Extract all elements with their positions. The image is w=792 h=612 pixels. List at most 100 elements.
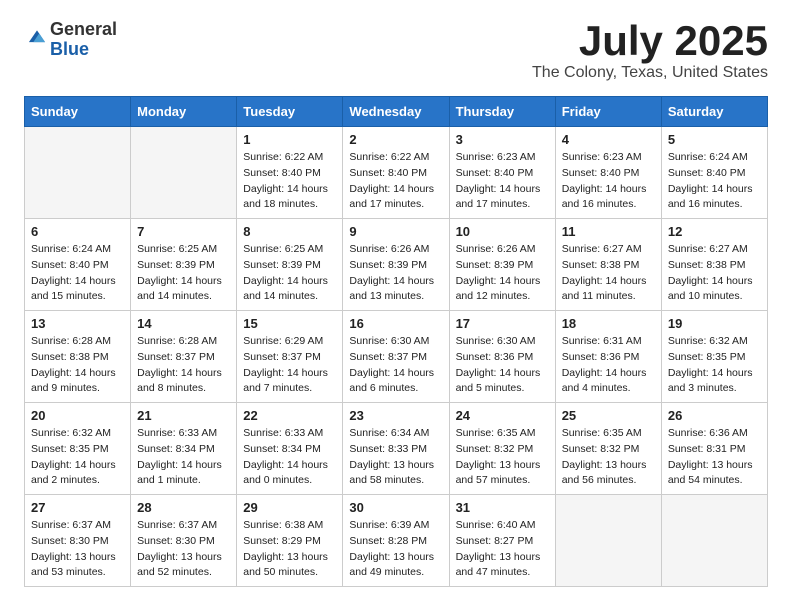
day-detail: Sunrise: 6:22 AMSunset: 8:40 PMDaylight:…	[243, 150, 336, 213]
day-detail: Sunrise: 6:26 AMSunset: 8:39 PMDaylight:…	[349, 242, 442, 305]
table-row: 3Sunrise: 6:23 AMSunset: 8:40 PMDaylight…	[449, 127, 555, 219]
weekday-header: Wednesday	[343, 97, 449, 127]
table-row: 15Sunrise: 6:29 AMSunset: 8:37 PMDayligh…	[237, 311, 343, 403]
day-number: 20	[31, 408, 124, 423]
location: The Colony, Texas, United States	[532, 64, 768, 82]
day-number: 6	[31, 224, 124, 239]
day-number: 25	[562, 408, 655, 423]
table-row: 23 Sunrise: 6:34 AMSunset: 8:33 PMDayligh…	[343, 403, 449, 495]
table-row	[131, 127, 237, 219]
day-number: 31	[456, 500, 549, 515]
table-row: 18 Sunrise: 6:31 AMSunset: 8:36 PMDayligh…	[555, 311, 661, 403]
day-number: 4	[562, 132, 655, 147]
day-number: 16	[349, 316, 442, 331]
weekday-header: Thursday	[449, 97, 555, 127]
table-row: 28Sunrise: 6:37 AMSunset: 8:30 PMDayligh…	[131, 495, 237, 587]
logo-blue-text: Blue	[50, 39, 89, 59]
calendar-week-row: 20 Sunrise: 6:32 AMSunset: 8:35 PMDayligh…	[25, 403, 768, 495]
day-detail: Sunrise: 6:23 AMSunset: 8:40 PMDaylight:…	[456, 150, 549, 213]
logo-general-text: General	[50, 19, 117, 39]
table-row: 17 Sunrise: 6:30 AMSunset: 8:36 PMDayligh…	[449, 311, 555, 403]
table-row: 11 Sunrise: 6:27 AMSunset: 8:38 PMDayligh…	[555, 219, 661, 311]
table-row: 7 Sunrise: 6:25 AMSunset: 8:39 PMDaylight…	[131, 219, 237, 311]
table-row: 12Sunrise: 6:27 AMSunset: 8:38 PMDayligh…	[661, 219, 767, 311]
table-row: 2 Sunrise: 6:22 AMSunset: 8:40 PMDaylight…	[343, 127, 449, 219]
day-number: 14	[137, 316, 230, 331]
page-header: General Blue July 2025 The Colony, Texas…	[24, 20, 768, 82]
table-row: 19 Sunrise: 6:32 AMSunset: 8:35 PMDayligh…	[661, 311, 767, 403]
calendar-table: SundayMondayTuesdayWednesdayThursdayFrid…	[24, 96, 768, 587]
calendar-week-row: 13 Sunrise: 6:28 AMSunset: 8:38 PMDayligh…	[25, 311, 768, 403]
day-number: 24	[456, 408, 549, 423]
table-row: 22 Sunrise: 6:33 AMSunset: 8:34 PMDayligh…	[237, 403, 343, 495]
day-detail: Sunrise: 6:27 AMSunset: 8:38 PMDaylight:…	[668, 242, 761, 305]
day-detail: Sunrise: 6:32 AMSunset: 8:35 PMDaylight:…	[31, 426, 124, 489]
table-row: 8 Sunrise: 6:25 AMSunset: 8:39 PMDaylight…	[237, 219, 343, 311]
table-row	[25, 127, 131, 219]
weekday-header: Friday	[555, 97, 661, 127]
logo: General Blue	[24, 20, 117, 60]
table-row: 1Sunrise: 6:22 AMSunset: 8:40 PMDaylight…	[237, 127, 343, 219]
day-detail: Sunrise: 6:37 AMSunset: 8:30 PMDaylight:…	[31, 518, 124, 581]
weekday-header: Saturday	[661, 97, 767, 127]
table-row: 20 Sunrise: 6:32 AMSunset: 8:35 PMDayligh…	[25, 403, 131, 495]
day-number: 8	[243, 224, 336, 239]
weekday-header: Tuesday	[237, 97, 343, 127]
day-detail: Sunrise: 6:33 AMSunset: 8:34 PMDaylight:…	[137, 426, 230, 489]
day-number: 2	[349, 132, 442, 147]
table-row: 16 Sunrise: 6:30 AMSunset: 8:37 PMDayligh…	[343, 311, 449, 403]
day-number: 13	[31, 316, 124, 331]
table-row: 10 Sunrise: 6:26 AMSunset: 8:39 PMDayligh…	[449, 219, 555, 311]
day-number: 18	[562, 316, 655, 331]
day-detail: Sunrise: 6:27 AMSunset: 8:38 PMDaylight:…	[562, 242, 655, 305]
day-detail: Sunrise: 6:23 AMSunset: 8:40 PMDaylight:…	[562, 150, 655, 213]
weekday-header: Monday	[131, 97, 237, 127]
day-number: 27	[31, 500, 124, 515]
day-number: 30	[349, 500, 442, 515]
day-detail: Sunrise: 6:28 AMSunset: 8:37 PMDaylight:…	[137, 334, 230, 397]
day-detail: Sunrise: 6:31 AMSunset: 8:36 PMDaylight:…	[562, 334, 655, 397]
weekday-header: Sunday	[25, 97, 131, 127]
day-detail: Sunrise: 6:40 AMSunset: 8:27 PMDaylight:…	[456, 518, 549, 581]
table-row: 9Sunrise: 6:26 AMSunset: 8:39 PMDaylight…	[343, 219, 449, 311]
day-detail: Sunrise: 6:30 AMSunset: 8:36 PMDaylight:…	[456, 334, 549, 397]
day-detail: Sunrise: 6:24 AMSunset: 8:40 PMDaylight:…	[668, 150, 761, 213]
day-number: 26	[668, 408, 761, 423]
day-detail: Sunrise: 6:25 AMSunset: 8:39 PMDaylight:…	[137, 242, 230, 305]
table-row: 6Sunrise: 6:24 AMSunset: 8:40 PMDaylight…	[25, 219, 131, 311]
day-number: 29	[243, 500, 336, 515]
day-number: 19	[668, 316, 761, 331]
table-row: 14 Sunrise: 6:28 AMSunset: 8:37 PMDayligh…	[131, 311, 237, 403]
day-detail: Sunrise: 6:33 AMSunset: 8:34 PMDaylight:…	[243, 426, 336, 489]
day-detail: Sunrise: 6:26 AMSunset: 8:39 PMDaylight:…	[456, 242, 549, 305]
day-detail: Sunrise: 6:35 AMSunset: 8:32 PMDaylight:…	[456, 426, 549, 489]
day-detail: Sunrise: 6:30 AMSunset: 8:37 PMDaylight:…	[349, 334, 442, 397]
calendar-week-row: 1Sunrise: 6:22 AMSunset: 8:40 PMDaylight…	[25, 127, 768, 219]
weekday-header-row: SundayMondayTuesdayWednesdayThursdayFrid…	[25, 97, 768, 127]
day-number: 23	[349, 408, 442, 423]
table-row: 13 Sunrise: 6:28 AMSunset: 8:38 PMDayligh…	[25, 311, 131, 403]
day-detail: Sunrise: 6:39 AMSunset: 8:28 PMDaylight:…	[349, 518, 442, 581]
day-number: 22	[243, 408, 336, 423]
day-number: 5	[668, 132, 761, 147]
day-number: 10	[456, 224, 549, 239]
day-detail: Sunrise: 6:37 AMSunset: 8:30 PMDaylight:…	[137, 518, 230, 581]
table-row: 31 Sunrise: 6:40 AMSunset: 8:27 PMDayligh…	[449, 495, 555, 587]
table-row: 25 Sunrise: 6:35 AMSunset: 8:32 PMDayligh…	[555, 403, 661, 495]
day-number: 17	[456, 316, 549, 331]
day-detail: Sunrise: 6:22 AMSunset: 8:40 PMDaylight:…	[349, 150, 442, 213]
day-detail: Sunrise: 6:28 AMSunset: 8:38 PMDaylight:…	[31, 334, 124, 397]
day-detail: Sunrise: 6:32 AMSunset: 8:35 PMDaylight:…	[668, 334, 761, 397]
table-row: 5 Sunrise: 6:24 AMSunset: 8:40 PMDaylight…	[661, 127, 767, 219]
day-number: 7	[137, 224, 230, 239]
table-row: 27 Sunrise: 6:37 AMSunset: 8:30 PMDayligh…	[25, 495, 131, 587]
table-row: 26Sunrise: 6:36 AMSunset: 8:31 PMDayligh…	[661, 403, 767, 495]
day-detail: Sunrise: 6:34 AMSunset: 8:33 PMDaylight:…	[349, 426, 442, 489]
day-detail: Sunrise: 6:35 AMSunset: 8:32 PMDaylight:…	[562, 426, 655, 489]
day-detail: Sunrise: 6:25 AMSunset: 8:39 PMDaylight:…	[243, 242, 336, 305]
table-row: 30 Sunrise: 6:39 AMSunset: 8:28 PMDayligh…	[343, 495, 449, 587]
logo-icon	[26, 26, 48, 48]
day-number: 11	[562, 224, 655, 239]
day-detail: Sunrise: 6:29 AMSunset: 8:37 PMDaylight:…	[243, 334, 336, 397]
day-detail: Sunrise: 6:38 AMSunset: 8:29 PMDaylight:…	[243, 518, 336, 581]
